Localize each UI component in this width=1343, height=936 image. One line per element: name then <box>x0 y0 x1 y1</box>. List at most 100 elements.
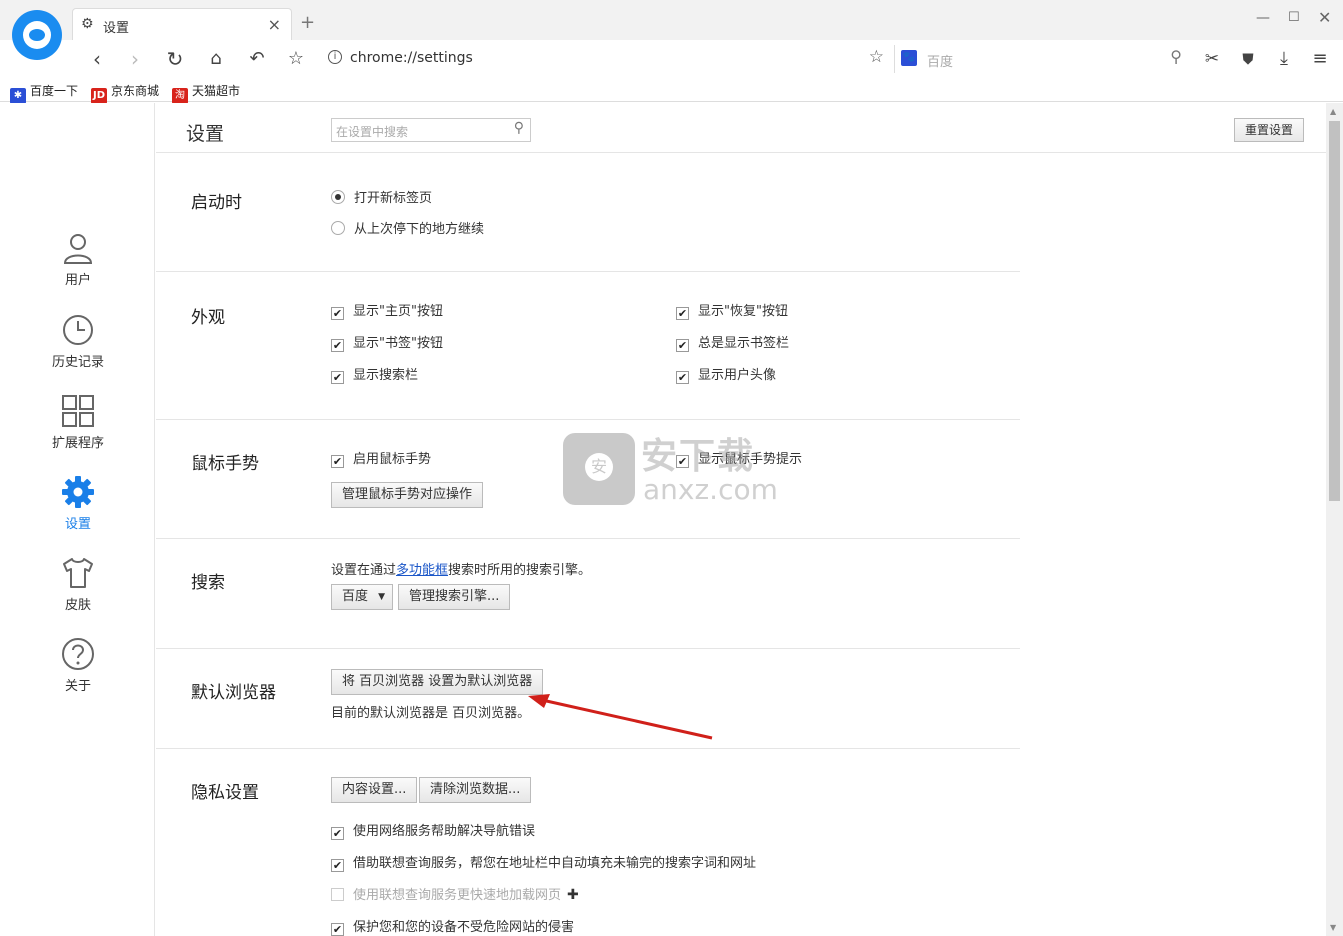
annotation-arrow <box>528 694 713 740</box>
search-box[interactable]: 🐾 百度 ⚲ <box>894 45 1188 73</box>
radio-dot <box>331 190 345 204</box>
reload-button[interactable]: ↻ <box>162 47 188 71</box>
check-icon: ✔ <box>331 339 344 352</box>
set-default-browser-button[interactable]: 将 百贝浏览器 设置为默认浏览器 <box>331 669 544 695</box>
tab-title: 设置 <box>103 21 130 36</box>
maximize-button[interactable]: ☐ <box>1288 10 1300 25</box>
check-icon: ✔ <box>331 859 344 872</box>
check-icon: ✔ <box>676 307 689 320</box>
default-browser-status: 目前的默认浏览器是 百贝浏览器。 <box>331 706 531 721</box>
section-title: 默认浏览器 <box>191 683 276 703</box>
content-settings-button[interactable]: 内容设置... <box>331 777 418 803</box>
check-icon: ✔ <box>676 455 689 468</box>
search-engine-select[interactable]: 百度 ▼ <box>331 584 394 610</box>
section-privacy: 隐私设置 内容设置... 清除浏览数据... ✔ 使用网络服务帮助解决导航错误 ✔… <box>156 749 1020 936</box>
checkbox-show-avatar[interactable]: ✔ 显示用户头像 <box>676 364 776 384</box>
sidebar-item-extensions[interactable]: 扩展程序 <box>38 394 118 451</box>
scroll-down-icon[interactable]: ▼ <box>1330 923 1336 932</box>
close-tab-icon[interactable]: × <box>268 15 281 34</box>
gear-icon <box>61 475 95 509</box>
bookmark-baidu[interactable]: ✱ 百度一下 <box>10 82 78 104</box>
manage-gesture-button[interactable]: 管理鼠标手势对应操作 <box>331 482 484 508</box>
address-bar[interactable]: i chrome://settings ☆ <box>322 45 892 73</box>
checkbox-label: 显示"恢复"按钮 <box>698 304 788 319</box>
sidebar-item-skin[interactable]: 皮肤 <box>38 556 118 613</box>
radio-open-new-tab[interactable]: 打开新标签页 <box>331 187 432 206</box>
bookmark-jd[interactable]: JD 京东商城 <box>91 82 159 104</box>
settings-search-input[interactable]: 在设置中搜索 ⚲ <box>331 118 531 142</box>
clear-browsing-data-button[interactable]: 清除浏览数据... <box>419 777 532 803</box>
minimize-button[interactable]: — <box>1256 10 1270 26</box>
section-appearance: 外观 ✔ 显示"主页"按钮 ✔ 显示"书签"按钮 ✔ 显示搜索栏 ✔ 显示"恢复"按钮 … <box>156 272 1020 420</box>
browser-logo <box>12 10 62 60</box>
sidebar-item-label: 皮肤 <box>64 598 91 613</box>
checkbox-safe-browsing[interactable]: ✔ 保护您和您的设备不受危险网站的侵害 <box>331 916 574 936</box>
info-icon[interactable]: i <box>328 50 342 64</box>
scissors-icon[interactable]: ✂ <box>1199 47 1225 71</box>
star-icon[interactable]: ☆ <box>869 47 884 67</box>
home-button[interactable]: ⌂ <box>203 47 229 71</box>
check-icon: ✔ <box>331 455 344 468</box>
forward-button[interactable]: › <box>122 47 148 71</box>
section-search: 搜索 设置在通过多功能框搜索时所用的搜索引擎。 百度 ▼ 管理搜索引擎... <box>156 539 1020 649</box>
checkbox-show-restore[interactable]: ✔ 显示"恢复"按钮 <box>676 300 788 320</box>
bookmark-star-button[interactable]: ☆ <box>283 47 309 71</box>
clock-icon <box>61 313 95 347</box>
chevron-down-icon: ▼ <box>378 592 386 602</box>
grid-icon <box>61 394 95 428</box>
tab-settings[interactable]: ⚙ 设置 × <box>72 8 292 40</box>
user-icon <box>61 231 95 265</box>
checkbox-enable-gesture[interactable]: ✔ 启用鼠标手势 <box>331 448 431 468</box>
select-value: 百度 <box>342 589 369 604</box>
manage-search-engines-button[interactable]: 管理搜索引擎... <box>398 584 511 610</box>
shield-icon[interactable]: ⛊ <box>1235 47 1261 71</box>
new-tab-button[interactable]: + <box>300 12 315 33</box>
check-icon: ✔ <box>676 339 689 352</box>
checkbox-always-bookmarks-bar[interactable]: ✔ 总是显示书签栏 <box>676 332 789 352</box>
sidebar-item-settings[interactable]: 设置 <box>38 475 118 532</box>
radio-label: 从上次停下的地方继续 <box>354 222 485 237</box>
check-icon: ✔ <box>676 371 689 384</box>
search-icon[interactable]: ⚲ <box>1170 47 1182 66</box>
checkbox-show-home[interactable]: ✔ 显示"主页"按钮 <box>331 300 443 320</box>
tmall-icon: 淘 <box>172 88 188 104</box>
sidebar-item-about[interactable]: 关于 <box>38 637 118 694</box>
settings-sidebar: 用户 历史记录 扩展程序 设置 皮肤 关于 <box>0 103 155 936</box>
scrollbar-thumb[interactable] <box>1329 121 1340 501</box>
undo-close-button[interactable]: ↶ <box>244 47 270 71</box>
page-title: 设置 <box>186 123 225 145</box>
radio-dot <box>331 221 345 235</box>
checkbox-label: 使用网络服务帮助解决导航错误 <box>353 824 536 839</box>
sidebar-item-history[interactable]: 历史记录 <box>38 313 118 370</box>
checkbox-label: 保护您和您的设备不受危险网站的侵害 <box>353 920 575 935</box>
sidebar-item-label: 关于 <box>64 679 91 694</box>
checkbox-label: 显示鼠标手势提示 <box>698 452 803 467</box>
baidu-paw-icon: 🐾 <box>901 50 917 66</box>
reset-settings-button[interactable]: 重置设置 <box>1234 118 1304 142</box>
tab-strip: ⚙ 设置 × + — ☐ ✕ <box>0 0 1343 40</box>
radio-continue-where-left[interactable]: 从上次停下的地方继续 <box>331 218 484 237</box>
menu-icon[interactable]: ≡ <box>1307 47 1333 71</box>
sidebar-item-label: 用户 <box>64 273 91 288</box>
close-window-button[interactable]: ✕ <box>1318 8 1331 27</box>
checkbox-show-bookmark-btn[interactable]: ✔ 显示"书签"按钮 <box>331 332 443 352</box>
url-text: chrome://settings <box>350 50 473 66</box>
bookmark-tmall[interactable]: 淘天猫超市 <box>172 82 240 104</box>
back-button[interactable]: ‹ <box>84 47 110 71</box>
section-title: 搜索 <box>191 573 225 593</box>
checkbox-prefetch[interactable]: 使用联想查询服务更快速地加载网页 ✚ <box>331 884 579 903</box>
checkbox-label: 总是显示书签栏 <box>698 336 790 351</box>
sidebar-item-user[interactable]: 用户 <box>38 231 118 288</box>
download-icon[interactable]: ⤓ <box>1271 47 1297 71</box>
omnibox-link[interactable]: 多功能框 <box>396 563 448 578</box>
vertical-scrollbar[interactable]: ▲ ▼ <box>1326 103 1343 936</box>
section-title: 鼠标手势 <box>191 454 259 474</box>
checkbox-gesture-tips[interactable]: ✔ 显示鼠标手势提示 <box>676 448 802 468</box>
checkbox-autocomplete-suggest[interactable]: ✔ 借助联想查询服务，帮您在地址栏中自动填充未输完的搜索字词和网址 <box>331 852 756 872</box>
checkbox-show-searchbar[interactable]: ✔ 显示搜索栏 <box>331 364 418 384</box>
settings-header: 设置 在设置中搜索 ⚲ 重置设置 <box>156 103 1326 153</box>
sidebar-item-label: 历史记录 <box>51 355 104 370</box>
scroll-up-icon[interactable]: ▲ <box>1330 107 1336 116</box>
checkbox-nav-error-service[interactable]: ✔ 使用网络服务帮助解决导航错误 <box>331 820 535 840</box>
toolbar: ‹ › ↻ ⌂ ↶ ☆ i chrome://settings ☆ 🐾 百度 ⚲… <box>0 40 1343 78</box>
